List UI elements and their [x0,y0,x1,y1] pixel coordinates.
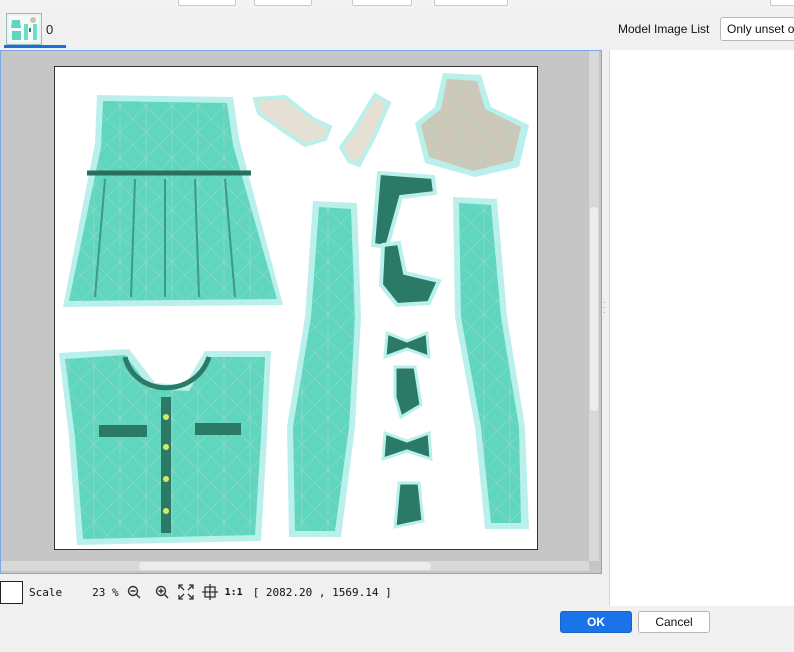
zoom-in-icon[interactable] [153,583,171,601]
active-tab-indicator [4,45,66,48]
scale-label: Scale [29,585,63,599]
toolbar-field[interactable] [434,0,508,6]
toolbar-field[interactable] [352,0,412,6]
tab-count: 0 [46,21,54,37]
toolbar-field[interactable] [178,0,236,6]
skirt-uv-island [63,95,283,307]
model-image-list-label: Model Image List [618,22,710,36]
uv-texture-image [59,73,529,545]
right-sleeve-uv-island [453,197,529,529]
texture-canvas[interactable] [54,66,538,550]
model-image-list[interactable] [609,50,794,606]
image-filter-dropdown[interactable]: Only unset o [720,17,794,41]
actual-size-button[interactable]: 1:1 [225,587,243,598]
color-swatch[interactable] [0,580,23,604]
horizontal-scroll-thumb[interactable] [139,562,431,570]
viewer-status-bar: Scale 23 % 1:1 [ 2082.20 , 1569.14 ] [0,578,604,606]
top-toolbar-strip [0,0,794,8]
texture-tab[interactable]: 0 [6,12,53,46]
bodice-uv-island [59,349,271,545]
panel-splitter-handle[interactable]: · · · [603,298,607,317]
zoom-percent: 23 % [92,585,119,599]
toolbar-field[interactable] [254,0,312,6]
left-sleeve-uv-island [287,201,361,537]
glove-uv-island [252,92,392,168]
horizontal-scrollbar[interactable] [1,561,589,571]
zoom-out-icon[interactable] [125,583,143,601]
toolbar-field[interactable] [770,0,794,6]
cursor-coordinates: [ 2082.20 , 1569.14 ] [252,585,392,599]
collar-uv-island [370,170,442,308]
vertical-scroll-thumb[interactable] [590,207,598,411]
ok-button[interactable]: OK [560,611,632,633]
bow-uv-islands [381,330,433,529]
cancel-button[interactable]: Cancel [638,611,710,633]
texture-viewer[interactable] [0,50,602,574]
fit-to-window-icon[interactable] [177,583,195,601]
center-crosshair-icon[interactable] [201,583,219,601]
neck-uv-island [415,73,529,177]
vertical-scrollbar[interactable] [589,51,599,561]
texture-thumbnail-icon [6,13,42,45]
